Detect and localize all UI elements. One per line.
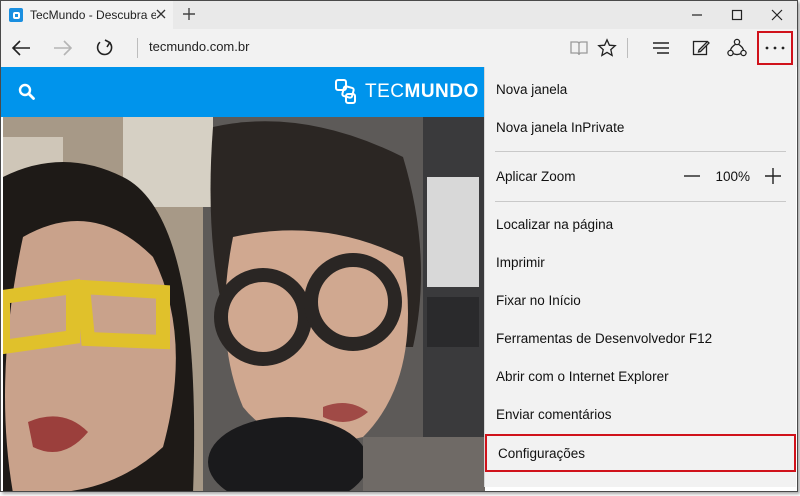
- menu-item-developer-tools[interactable]: Ferramentas de Desenvolvedor F12: [485, 319, 796, 357]
- hero-image: [3, 117, 485, 491]
- minimize-button[interactable]: [677, 1, 717, 29]
- tecmundo-logo[interactable]: TECMUNDO: [335, 79, 479, 105]
- back-arrow-icon: [11, 40, 30, 56]
- menu-item-label: Localizar na página: [496, 216, 614, 232]
- menu-item-pin-to-start[interactable]: Fixar no Início: [485, 281, 796, 319]
- active-tab[interactable]: TecMundo - Descubra e: [1, 1, 173, 29]
- maximize-button[interactable]: [717, 1, 757, 29]
- logo-text-tec: TEC: [365, 81, 405, 102]
- share-button[interactable]: [725, 36, 749, 60]
- navigation-bar: tecmundo.com.br: [1, 29, 797, 67]
- close-window-button[interactable]: [757, 1, 797, 29]
- pen-note-icon: [692, 40, 710, 56]
- forward-arrow-icon: [54, 40, 73, 56]
- menu-item-label: Fixar no Início: [496, 292, 581, 308]
- menu-item-send-feedback[interactable]: Enviar comentários: [485, 395, 796, 433]
- menu-item-find-on-page[interactable]: Localizar na página: [485, 205, 796, 243]
- address-bar[interactable]: tecmundo.com.br: [149, 39, 249, 54]
- more-actions-menu: Nova janela Nova janela InPrivate Aplica…: [484, 67, 796, 487]
- minimize-icon: [692, 14, 702, 16]
- zoom-out-icon[interactable]: [683, 167, 701, 185]
- menu-item-print[interactable]: Imprimir: [485, 243, 796, 281]
- menu-item-settings[interactable]: Configurações: [485, 434, 796, 472]
- menu-item-label: Enviar comentários: [496, 406, 612, 422]
- menu-item-open-with-ie[interactable]: Abrir com o Internet Explorer: [485, 357, 796, 395]
- maximize-icon: [731, 9, 743, 21]
- browser-window: TecMundo - Descubra e tecmundo.com.br TE…: [0, 0, 798, 492]
- menu-item-label: Nova janela InPrivate: [496, 119, 625, 135]
- menu-item-label: Imprimir: [496, 254, 545, 270]
- logo-text-mundo: MUNDO: [404, 81, 479, 102]
- share-icon: [727, 38, 747, 57]
- reading-view-button[interactable]: [567, 36, 591, 60]
- refresh-button[interactable]: [93, 36, 117, 60]
- zoom-level: 100%: [715, 168, 750, 184]
- search-icon[interactable]: [18, 83, 36, 101]
- menu-item-zoom: Aplicar Zoom 100%: [485, 157, 796, 195]
- zoom-in-icon[interactable]: [764, 167, 782, 185]
- tab-close-icon[interactable]: [155, 8, 167, 20]
- menu-item-label: Ferramentas de Desenvolvedor F12: [496, 330, 713, 346]
- close-window-icon: [771, 9, 783, 21]
- menu-item-label: Aplicar Zoom: [496, 168, 576, 184]
- logo-text: TECMUNDO: [365, 81, 479, 103]
- menu-divider: [495, 151, 786, 152]
- web-note-button[interactable]: [689, 36, 713, 60]
- forward-button[interactable]: [51, 36, 75, 60]
- logo-mark-icon: [335, 79, 356, 104]
- hub-icon: [653, 42, 669, 54]
- book-icon: [570, 41, 588, 56]
- site-header: TECMUNDO: [1, 67, 485, 117]
- toolbar-separator: [627, 38, 628, 58]
- star-icon: [597, 38, 617, 57]
- ellipsis-icon: [765, 46, 785, 50]
- tecmundo-favicon-icon: [9, 8, 23, 22]
- more-actions-button[interactable]: [757, 31, 793, 65]
- menu-item-new-inprivate-window[interactable]: Nova janela InPrivate: [485, 108, 796, 146]
- menu-divider: [495, 201, 786, 202]
- new-tab-icon[interactable]: [181, 6, 197, 22]
- back-button[interactable]: [9, 36, 33, 60]
- hub-button[interactable]: [649, 36, 673, 60]
- menu-item-label: Nova janela: [496, 81, 568, 97]
- tab-title: TecMundo - Descubra e: [30, 8, 156, 22]
- refresh-icon: [96, 39, 113, 56]
- address-separator: [137, 38, 138, 58]
- menu-item-label: Configurações: [498, 445, 586, 461]
- tab-bar: TecMundo - Descubra e: [1, 1, 797, 29]
- favorite-button[interactable]: [595, 36, 619, 60]
- menu-item-new-window[interactable]: Nova janela: [485, 70, 796, 108]
- menu-item-label: Abrir com o Internet Explorer: [496, 368, 669, 384]
- zoom-controls: 100%: [683, 157, 782, 195]
